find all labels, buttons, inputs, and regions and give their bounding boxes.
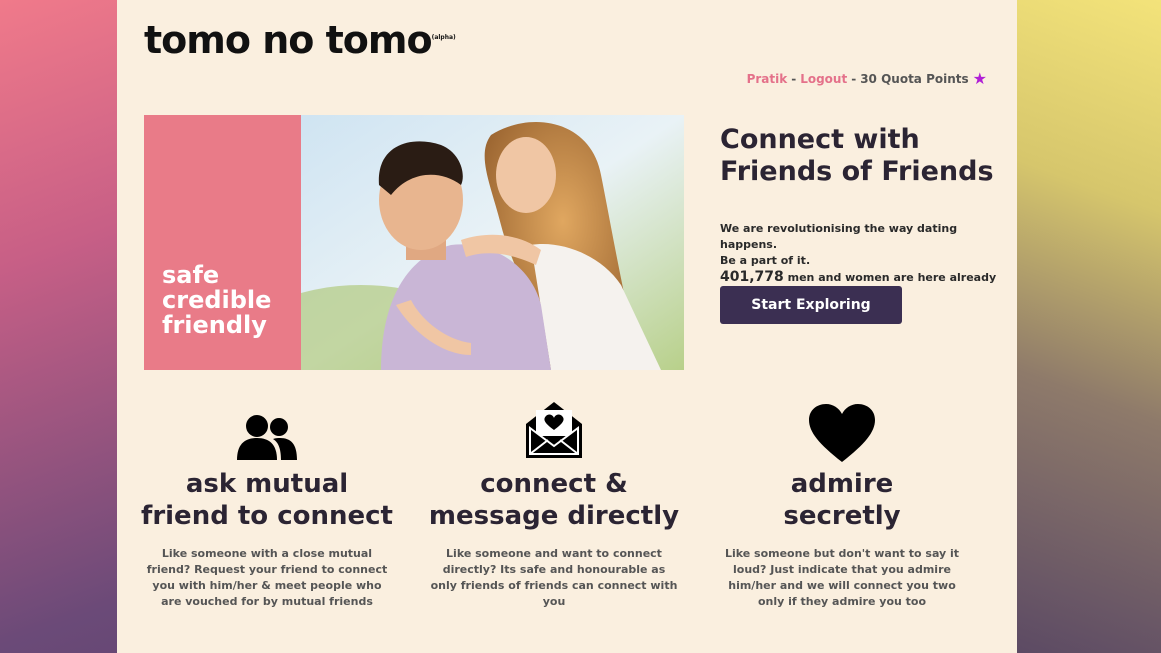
hero-sidebar: Connect with Friends of Friends We are r…	[720, 124, 1000, 324]
hero-title-line1: Connect with	[720, 124, 920, 155]
feature-description: Like someone but don't want to say it lo…	[724, 547, 960, 608]
member-count-label: men and women are here already	[787, 271, 997, 284]
start-exploring-button[interactable]: Start Exploring	[720, 286, 902, 324]
user-bar: Pratik - Logout - 30 Quota Points ★	[747, 71, 987, 87]
hero-tagline: safe credible friendly	[162, 263, 271, 338]
separator: -	[791, 72, 797, 86]
feature-title-line2: secretly	[783, 501, 901, 531]
tagline-safe: safe	[162, 261, 220, 289]
feature-title-line2: message directly	[428, 501, 680, 531]
logout-link[interactable]: Logout	[800, 72, 847, 86]
hero-subtitle: We are revolutionising the way dating ha…	[720, 221, 1000, 286]
feature-description: Like someone with a close mutual friend?…	[146, 547, 388, 608]
feature-title-line1: admire	[790, 469, 894, 499]
feature-title: connect & message directly	[424, 468, 684, 532]
username-link[interactable]: Pratik	[747, 72, 788, 86]
feature-ask-mutual: ask mutual friend to connect Like someon…	[137, 392, 397, 610]
tagline-friendly: friendly	[162, 311, 267, 339]
hero-tagline-panel: safe credible friendly	[144, 115, 301, 370]
feature-title: ask mutual friend to connect	[137, 468, 397, 532]
feature-title: admire secretly	[712, 468, 972, 532]
envelope-heart-icon	[424, 392, 684, 462]
separator: -	[851, 72, 857, 86]
logo-text: tomo no tomo	[144, 18, 433, 62]
star-icon: ★	[972, 69, 987, 88]
subtitle-line2: Be a part of it.	[720, 254, 811, 267]
hero-couple-photo	[301, 115, 684, 370]
member-count: 401,778 men and women are here already	[720, 269, 1000, 286]
feature-title-line1: ask mutual	[185, 469, 349, 499]
couple-image	[301, 115, 684, 370]
tagline-credible: credible	[162, 286, 272, 314]
subtitle-line1: We are revolutionising the way dating ha…	[720, 222, 958, 251]
alpha-tag: (alpha)	[431, 34, 456, 41]
member-count-number: 401,778	[720, 269, 784, 285]
feature-admire-secretly: admire secretly Like someone but don't w…	[712, 392, 972, 610]
feature-title-line1: connect &	[480, 469, 628, 499]
heart-icon	[712, 392, 972, 462]
feature-connect-message: connect & message directly Like someone …	[424, 392, 684, 610]
site-logo[interactable]: tomo no tomo(alpha)	[144, 18, 456, 62]
main-page: tomo no tomo(alpha) Pratik - Logout - 30…	[117, 0, 1017, 653]
hero-title: Connect with Friends of Friends	[720, 124, 1000, 188]
quota-points: 30 Quota Points	[860, 72, 969, 86]
hero-title-line2: Friends of Friends	[720, 156, 994, 187]
background-right	[1017, 0, 1161, 653]
feature-title-line2: friend to connect	[141, 501, 393, 531]
feature-description: Like someone and want to connect directl…	[430, 547, 678, 608]
users-icon	[137, 392, 397, 462]
